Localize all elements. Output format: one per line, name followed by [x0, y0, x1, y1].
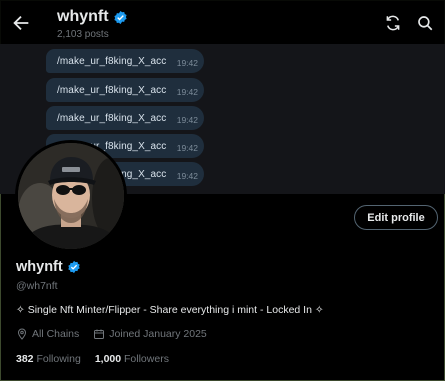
chat-message-time: 19:42 [176, 58, 198, 68]
chat-message-text: /make_ur_f8king_X_acc [57, 84, 167, 96]
profile-avatar[interactable] [15, 140, 127, 252]
search-icon [418, 16, 433, 31]
joined-text: Joined January 2025 [109, 328, 207, 340]
following-link[interactable]: 382 Following [16, 353, 81, 365]
calendar-icon [94, 329, 105, 339]
verified-badge-icon [113, 10, 127, 24]
chat-message-time: 19:42 [176, 171, 198, 181]
chat-message: /make_ur_f8king_X_acc 19:42 [46, 78, 204, 102]
location-pin-icon [17, 328, 27, 340]
profile-bio: ✧ Single Nft Minter/Flipper - Share ever… [16, 304, 324, 316]
refresh-icon [386, 15, 400, 31]
search-button[interactable] [416, 14, 434, 32]
profile-location: All Chains [16, 328, 79, 340]
profile-name-row: whynft [16, 259, 81, 275]
header-title: whynft [57, 8, 109, 25]
following-label: Following [36, 353, 81, 365]
chat-message: /make_ur_f8king_X_acc 19:42 [46, 49, 204, 73]
posts-count: 2,103 posts [57, 29, 109, 40]
back-button[interactable] [10, 12, 32, 34]
avatar-photo [18, 143, 124, 249]
profile-meta: All Chains Joined January 2025 [16, 328, 221, 340]
followers-count: 1,000 [94, 353, 122, 365]
followers-label: Followers [124, 353, 169, 365]
location-text: All Chains [32, 328, 80, 340]
follow-stats: 382 Following 1,000 Followers [16, 353, 183, 365]
chat-message-time: 19:42 [176, 87, 198, 97]
verified-badge-icon[interactable] [67, 260, 81, 274]
profile-joined: Joined January 2025 [93, 328, 207, 340]
header-title-block: whynft 2,103 posts [57, 8, 128, 40]
chat-message-text: /make_ur_f8king_X_acc [57, 55, 167, 67]
chat-message: /make_ur_f8king_X_acc 19:42 [46, 106, 204, 130]
refresh-button[interactable] [384, 14, 402, 32]
arrow-left-icon [13, 15, 29, 31]
followers-link[interactable]: 1,000 Followers [95, 353, 169, 365]
following-count: 382 [16, 353, 34, 365]
profile-handle: @wh7nft [16, 280, 58, 292]
chat-message-text: /make_ur_f8king_X_acc [57, 112, 167, 124]
chat-message-time: 19:42 [176, 115, 198, 125]
profile-header: whynft 2,103 posts [0, 0, 445, 44]
edit-profile-button[interactable]: Edit profile [354, 205, 438, 230]
chat-message-time: 19:42 [176, 143, 198, 153]
profile-name: whynft [16, 259, 63, 275]
